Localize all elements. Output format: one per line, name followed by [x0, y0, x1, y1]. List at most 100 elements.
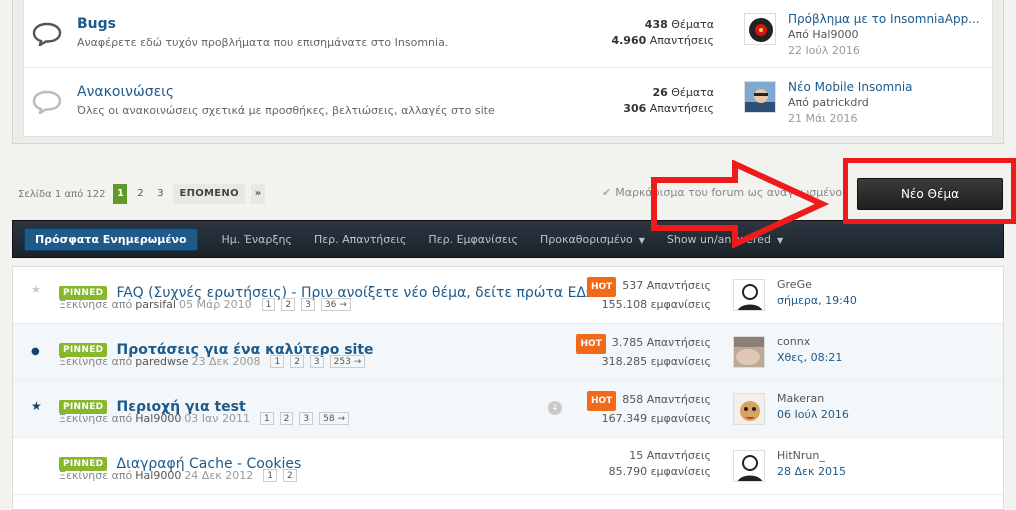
topic-stats: HOT 537 Απαντήσεις 155.108 εμφανίσεις [586, 277, 711, 313]
replies-count: 858 Απαντήσεις [622, 393, 711, 406]
forum-title-link[interactable]: Bugs [77, 16, 116, 32]
last-post-info: Makeran 06 Ιούλ 2016 [777, 391, 849, 423]
page-3-button[interactable]: 3 [153, 184, 167, 204]
forum-stats: 26 Θέματα 306 Απαντήσεις [623, 85, 714, 117]
last-post-info: GreGe σήμερα, 19:40 [777, 277, 857, 309]
last-post-time-link[interactable]: σήμερα, 19:40 [777, 293, 857, 309]
forum-stats: 438 Θέματα 4.960 Απαντήσεις [611, 17, 714, 49]
topics-label: Θέματα [671, 86, 714, 99]
last-post-info: Πρόβλημα με το InsomniaApp... Από Hal900… [788, 11, 980, 59]
avatar[interactable] [733, 450, 765, 482]
last-post-author[interactable]: HitNrun_ [777, 448, 846, 464]
page-1-button[interactable]: 1 [113, 184, 128, 204]
replies-label: Απαντήσεις [649, 34, 714, 47]
last-post-author[interactable]: GreGe [777, 277, 857, 293]
last-post-author[interactable]: Makeran [777, 391, 849, 407]
topic-last-page-link[interactable]: 58 → [319, 412, 349, 425]
hal9000-avatar-icon [745, 14, 775, 44]
topic-page-link[interactable]: 3 [299, 412, 314, 425]
last-post-author[interactable]: Hal9000 [812, 28, 858, 41]
user-photo-avatar-icon [745, 82, 775, 112]
last-post-title-link[interactable]: Πρόβλημα με το InsomniaApp... [788, 11, 980, 27]
avatar[interactable] [733, 336, 765, 368]
page-count-label: Σελίδα 1 από 122 [18, 188, 106, 200]
speech-bubble-icon [32, 22, 62, 46]
tab-start-date[interactable]: Ημ. Έναρξης [222, 233, 292, 246]
hot-badge: HOT [586, 277, 617, 297]
topic-author[interactable]: Hal9000 [135, 469, 181, 482]
topic-page-link[interactable]: 2 [283, 469, 297, 482]
topic-page-link[interactable]: 2 [281, 298, 296, 311]
next-page-button[interactable]: ΕΠΟΜΕΝΟ [173, 184, 245, 204]
started-by-label: Ξεκίνησε από [59, 469, 133, 482]
avatar[interactable] [733, 393, 765, 425]
user-photo-avatar-icon [734, 337, 764, 367]
replies-count: 3.785 Απαντήσεις [611, 336, 711, 349]
topic-date: 03 Ιαν 2011 [184, 412, 250, 425]
avatar[interactable] [744, 13, 776, 45]
last-post-title-link[interactable]: Νέο Mobile Insomnia [788, 79, 913, 95]
last-post-author[interactable]: connx [777, 334, 842, 350]
topic-last-page-link[interactable]: 36 → [320, 298, 351, 311]
topic-page-link[interactable]: 3 [309, 355, 324, 368]
topics-count: 438 [644, 18, 668, 31]
forum-title-link[interactable]: Ανακοινώσεις [77, 84, 174, 100]
last-post-info: connx Χθες, 08:21 [777, 334, 842, 366]
table-row: ● PINNED Προτάσεις για ένα καλύτερο site… [13, 324, 1003, 381]
topic-last-page-link[interactable]: 253 → [329, 355, 366, 368]
topic-author[interactable]: parsifal [135, 298, 176, 311]
forum-row-announcements: Ανακοινώσεις Όλες οι ανακοινώσεις σχετικ… [24, 68, 992, 136]
topic-stats: 15 Απαντήσεις 85.790 εμφανίσεις [609, 448, 711, 480]
red-annotation-box [843, 158, 1016, 224]
table-row: PINNED Διαγραφή Cache - Cookies Ξεκίνησε… [13, 438, 1003, 495]
last-post-time-link[interactable]: 28 Δεκ 2015 [777, 464, 846, 480]
red-annotation-arrow-icon [651, 160, 830, 249]
topics-label: Θέματα [671, 18, 714, 31]
caret-down-icon: ▼ [638, 235, 645, 245]
download-arrow-icon[interactable]: ↓ [548, 401, 562, 415]
user-photo-avatar-icon [734, 394, 764, 424]
table-row: ★ PINNED FAQ (Συχνές ερωτήσεις) - Πριν α… [13, 267, 1003, 324]
hot-badge: HOT [586, 391, 617, 411]
page-2-button[interactable]: 2 [133, 184, 147, 204]
topic-page-link[interactable]: 1 [261, 298, 276, 311]
views-count: 155.108 εμφανίσεις [601, 298, 711, 311]
avatar[interactable] [733, 279, 765, 311]
table-row: ★ PINNED Περιοχή για test Ξεκίνησε από H… [13, 381, 1003, 438]
default-avatar-icon [734, 451, 764, 481]
last-page-button[interactable]: » [250, 184, 265, 204]
topic-page-link[interactable]: 1 [263, 469, 277, 482]
tab-most-views[interactable]: Περ. Εμφανίσεις [428, 233, 518, 246]
views-count: 85.790 εμφανίσεις [608, 465, 711, 478]
topic-list: ★ PINNED FAQ (Συχνές ερωτήσεις) - Πριν α… [12, 266, 1004, 510]
topic-page-link[interactable]: 1 [270, 355, 285, 368]
last-post-time-link[interactable]: 06 Ιούλ 2016 [777, 407, 849, 423]
tab-recently-updated[interactable]: Πρόσφατα Ενημερωμένο [24, 227, 198, 251]
topic-author[interactable]: Hal9000 [135, 412, 181, 425]
star-outline-icon[interactable]: ★ [31, 283, 41, 296]
topic-author[interactable]: paredwse [135, 355, 188, 368]
star-filled-icon[interactable]: ★ [31, 399, 42, 413]
replies-count: 4.960 [611, 34, 647, 47]
topic-page-link[interactable]: 1 [259, 412, 274, 425]
topic-date: 23 Δεκ 2008 [191, 355, 261, 368]
avatar[interactable] [744, 81, 776, 113]
started-by-label: Ξεκίνησε από [59, 355, 133, 368]
topic-page-link[interactable]: 2 [290, 355, 304, 368]
replies-count: 306 [623, 102, 647, 115]
replies-count: 15 Απαντήσεις [629, 449, 711, 462]
pagination: Σελίδα 1 από 122 1 2 3 ΕΠΟΜΕΝΟ » [18, 184, 271, 204]
last-post-author[interactable]: patrickdrd [812, 96, 868, 109]
topic-page-link[interactable]: 2 [279, 412, 294, 425]
last-post-time-link[interactable]: Χθες, 08:21 [777, 350, 842, 366]
checkmark-icon: ✔ [602, 186, 612, 199]
forum-row-bugs: Bugs Αναφέρετε εδώ τυχόν προβλήματα που … [24, 0, 992, 68]
default-sort-label: Προκαθορισμένο [540, 232, 633, 246]
forum-description: Αναφέρετε εδώ τυχόν προβλήματα που επιση… [77, 36, 449, 49]
default-sort-dropdown[interactable]: Προκαθορισμένο ▼ [540, 233, 645, 246]
topic-page-link[interactable]: 3 [301, 298, 315, 311]
unread-dot-icon[interactable]: ● [31, 346, 40, 357]
views-count: 167.349 εμφανίσεις [601, 412, 711, 425]
tab-most-replies[interactable]: Περ. Απαντήσεις [314, 233, 406, 246]
by-label: Από [788, 96, 809, 109]
